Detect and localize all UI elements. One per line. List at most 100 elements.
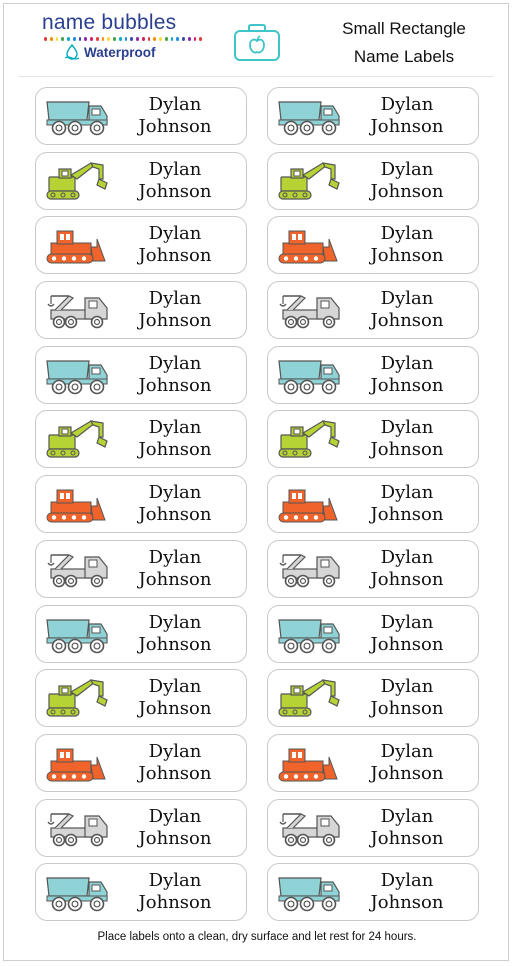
name-label: Dylan Johnson xyxy=(35,475,247,534)
label-name: Dylan Johnson xyxy=(342,806,478,850)
waterproof-badge: Waterproof xyxy=(64,44,202,60)
label-name: Dylan Johnson xyxy=(110,741,246,785)
name-label: Dylan Johnson xyxy=(35,539,247,598)
name-label: Dylan Johnson xyxy=(267,345,479,404)
brand-dot xyxy=(78,37,82,41)
brand-dot xyxy=(118,37,122,41)
name-label: Dylan Johnson xyxy=(35,216,247,275)
label-first-name: Dylan xyxy=(380,805,434,827)
brand-dot xyxy=(159,37,162,41)
tow-truck-icon xyxy=(47,812,108,846)
label-last-name: Johnson xyxy=(138,310,212,332)
name-label: Dylan Johnson xyxy=(267,863,479,922)
water-drop-icon xyxy=(64,44,80,60)
brand-dot xyxy=(49,37,53,41)
brand-dot xyxy=(130,37,133,41)
brand-dot xyxy=(67,37,70,41)
dump-truck-icon xyxy=(46,877,108,912)
label-last-name: Johnson xyxy=(370,245,444,267)
label-name: Dylan Johnson xyxy=(110,94,246,138)
label-last-name: Johnson xyxy=(370,374,444,396)
name-label: Dylan Johnson xyxy=(267,475,479,534)
label-name: Dylan Johnson xyxy=(342,417,478,461)
bulldozer-icon xyxy=(278,748,338,782)
label-first-name: Dylan xyxy=(148,870,202,892)
label-last-name: Johnson xyxy=(138,504,212,526)
brand-dot xyxy=(136,37,139,41)
label-grid: Dylan Johnson Dylan Johnson Dylan Johnso… xyxy=(35,87,479,922)
label-first-name: Dylan xyxy=(380,223,434,245)
brand-dot xyxy=(147,37,151,41)
label-first-name: Dylan xyxy=(380,94,434,115)
dump-truck-icon xyxy=(278,618,340,653)
label-last-name: Johnson xyxy=(370,762,444,784)
label-first-name: Dylan xyxy=(380,482,434,504)
label-first-name: Dylan xyxy=(148,223,202,245)
label-name: Dylan Johnson xyxy=(342,288,478,332)
name-label: Dylan Johnson xyxy=(267,87,479,145)
bulldozer-icon xyxy=(46,748,106,782)
brand-dot xyxy=(153,37,156,41)
name-label: Dylan Johnson xyxy=(35,669,247,728)
brand-dot xyxy=(84,37,87,41)
label-first-name: Dylan xyxy=(380,546,434,568)
dump-truck-icon xyxy=(278,360,340,395)
label-name: Dylan Johnson xyxy=(110,353,246,397)
sheet-title: Small Rectangle Name Labels xyxy=(316,15,492,71)
excavator-icon xyxy=(278,420,340,459)
excavator-icon xyxy=(278,679,340,717)
brand-dot xyxy=(72,37,76,41)
label-name: Dylan Johnson xyxy=(342,547,478,591)
name-label: Dylan Johnson xyxy=(267,798,479,857)
dump-truck-icon xyxy=(278,877,340,912)
lunchbox-apple-icon xyxy=(234,24,280,61)
name-label: Dylan Johnson xyxy=(35,345,247,404)
dump-truck-icon xyxy=(278,101,340,136)
label-last-name: Johnson xyxy=(138,568,212,590)
label-name: Dylan Johnson xyxy=(342,94,478,138)
title-line-1: Small Rectangle xyxy=(342,19,466,38)
label-first-name: Dylan xyxy=(148,676,202,698)
brand-logo: name bubbles Waterproof xyxy=(42,10,202,60)
name-label: Dylan Johnson xyxy=(267,604,479,663)
label-first-name: Dylan xyxy=(148,158,202,180)
label-name: Dylan Johnson xyxy=(110,870,246,914)
brand-dot xyxy=(170,37,174,41)
label-last-name: Johnson xyxy=(370,892,444,914)
label-last-name: Johnson xyxy=(138,116,212,137)
label-name: Dylan Johnson xyxy=(110,223,246,267)
header-divider xyxy=(18,76,494,77)
label-last-name: Johnson xyxy=(138,374,212,396)
brand-dot xyxy=(95,37,99,41)
excavator-icon xyxy=(278,161,340,200)
label-name: Dylan Johnson xyxy=(110,612,246,656)
label-first-name: Dylan xyxy=(148,482,202,504)
brand-dot xyxy=(193,37,197,41)
dump-truck-icon xyxy=(46,618,108,653)
label-name: Dylan Johnson xyxy=(342,159,478,203)
bulldozer-icon xyxy=(278,230,338,264)
name-label: Dylan Johnson xyxy=(267,216,479,275)
label-name: Dylan Johnson xyxy=(110,547,246,591)
label-first-name: Dylan xyxy=(148,417,202,439)
name-label: Dylan Johnson xyxy=(267,733,479,792)
brand-name: name bubbles xyxy=(42,11,177,34)
label-last-name: Johnson xyxy=(138,762,212,784)
label-last-name: Johnson xyxy=(138,633,212,655)
tow-truck-icon xyxy=(47,554,108,588)
brand-dot xyxy=(55,37,59,41)
name-label: Dylan Johnson xyxy=(267,281,479,340)
label-name: Dylan Johnson xyxy=(342,870,478,914)
label-first-name: Dylan xyxy=(148,611,202,633)
label-first-name: Dylan xyxy=(148,740,202,762)
name-label: Dylan Johnson xyxy=(35,151,247,210)
bulldozer-icon xyxy=(46,230,106,264)
label-last-name: Johnson xyxy=(370,633,444,655)
excavator-icon xyxy=(46,679,108,717)
name-label: Dylan Johnson xyxy=(267,539,479,598)
dump-truck-icon xyxy=(46,101,108,136)
label-first-name: Dylan xyxy=(380,676,434,698)
brand-dot xyxy=(176,37,179,41)
brand-dot xyxy=(61,37,64,41)
label-name: Dylan Johnson xyxy=(110,676,246,720)
